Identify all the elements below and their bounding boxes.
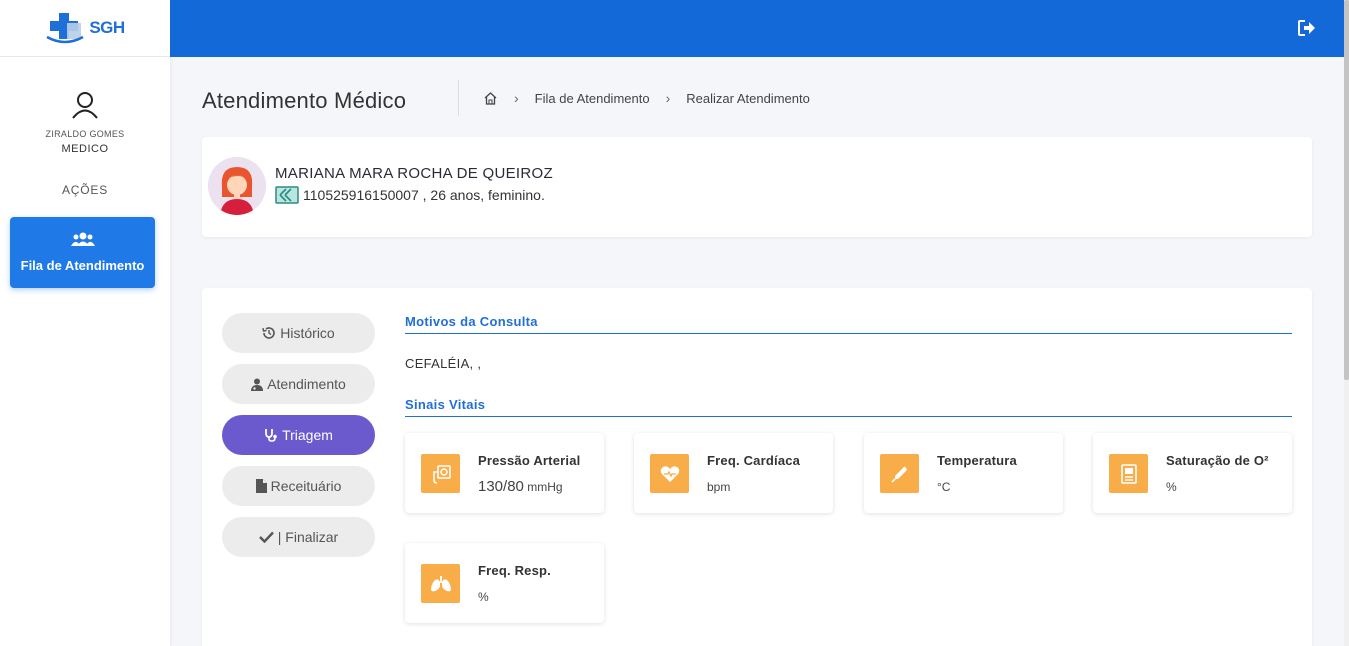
medical-cross-icon — [46, 13, 84, 44]
finalizar-label: | Finalizar — [277, 529, 339, 545]
receituario-button[interactable]: Receituário — [222, 466, 375, 506]
logo-area: SGH — [0, 0, 170, 57]
user-profile: ZIRALDO GOMES MEDICO — [0, 91, 170, 155]
breadcrumb-item: Realizar Atendimento — [686, 90, 810, 106]
receituario-label: Receituário — [270, 478, 342, 494]
patient-avatar — [208, 157, 266, 215]
vital-value: 130/80 mmHg — [478, 478, 563, 495]
lungs-icon — [421, 564, 460, 603]
vital-label: Freq. Cardíaca — [707, 453, 801, 468]
vital-card-pressao-arterial: Pressão Arterial 130/80 mmHg — [405, 433, 604, 513]
vital-card-freq-resp: Freq. Resp. % — [405, 543, 604, 623]
health-card-icon — [275, 186, 299, 204]
page-title: Atendimento Médico — [202, 88, 407, 113]
patient-details: 110525916150007 , 26 anos, feminino. — [303, 187, 545, 203]
motivos-text: CEFALÉIA, , — [405, 356, 482, 371]
users-icon — [70, 232, 95, 246]
atendimento-button[interactable]: Atendimento — [222, 364, 375, 404]
vital-value: % — [478, 588, 489, 605]
vital-unit: mmHg — [527, 480, 563, 494]
vital-label: Freq. Resp. — [478, 563, 551, 578]
vital-card-freq-cardiaca: Freq. Cardíaca bpm — [634, 433, 833, 513]
vital-unit: °C — [937, 480, 951, 494]
female-avatar-icon — [208, 157, 266, 215]
historico-button[interactable]: Histórico — [222, 313, 375, 353]
vital-unit: % — [478, 590, 489, 604]
brand-logo[interactable]: SGH — [45, 11, 125, 45]
blood-pressure-icon — [421, 454, 460, 493]
history-icon — [262, 327, 276, 339]
vital-value: °C — [937, 478, 950, 495]
chevron-right-icon: › — [665, 90, 671, 106]
patient-card: MARIANA MARA ROCHA DE QUEIROZ 1105259161… — [202, 137, 1312, 237]
sidebar-item-fila-de-atendimento[interactable]: Fila de Atendimento — [10, 217, 155, 288]
vital-card-saturacao: Saturação de O² % — [1093, 433, 1292, 513]
sign-out-icon — [1298, 20, 1315, 36]
vital-card-temperatura: Temperatura °C — [864, 433, 1063, 513]
file-icon — [255, 479, 267, 493]
brand-name: SGH — [89, 18, 125, 37]
heart-icon — [650, 454, 689, 493]
check-icon — [258, 531, 274, 543]
user-icon — [72, 92, 98, 119]
triagem-button[interactable]: Triagem — [222, 415, 375, 455]
vital-unit: % — [1166, 480, 1177, 494]
oximeter-icon — [1109, 454, 1148, 493]
patient-info: 110525916150007 , 26 anos, feminino. — [275, 186, 545, 204]
scrollbar-thumb[interactable] — [1344, 0, 1349, 380]
sinais-vitais-section-title: Sinais Vitais — [405, 397, 1292, 417]
thermometer-icon — [880, 454, 919, 493]
vital-label: Saturação de O² — [1166, 453, 1269, 468]
motivos-section-title: Motivos da Consulta — [405, 314, 1292, 334]
user-name: ZIRALDO GOMES — [45, 129, 125, 139]
page-scrollbar[interactable] — [1344, 0, 1349, 646]
user-role: MEDICO — [61, 143, 109, 155]
breadcrumb: › Fila de Atendimento › Realizar Atendim… — [458, 80, 810, 116]
actions-section-label: AÇÕES — [61, 183, 108, 197]
logout-button[interactable] — [1298, 20, 1316, 41]
consultation-card: Histórico Atendimento Triagem Receituári… — [202, 288, 1312, 646]
stethoscope-icon — [265, 429, 277, 442]
top-bar — [170, 0, 1344, 57]
vital-value: % — [1166, 478, 1177, 495]
patient-name: MARIANA MARA ROCHA DE QUEIROZ — [275, 165, 553, 182]
atendimento-label: Atendimento — [267, 376, 346, 392]
sidebar-item-label: Fila de Atendimento — [20, 258, 145, 273]
breadcrumb-item[interactable]: Fila de Atendimento — [535, 91, 650, 106]
chevron-right-icon: › — [514, 90, 519, 106]
vital-label: Temperatura — [937, 453, 1017, 468]
vital-label: Pressão Arterial — [478, 453, 581, 468]
home-icon[interactable] — [483, 91, 498, 106]
vital-unit: bpm — [707, 480, 731, 494]
sidebar: SGH ZIRALDO GOMES MEDICO AÇÕES Fila de A… — [0, 0, 170, 646]
vital-value: bpm — [707, 478, 730, 495]
historico-label: Histórico — [280, 325, 335, 341]
user-doctor-icon — [251, 378, 264, 391]
finalizar-button[interactable]: | Finalizar — [222, 517, 375, 557]
vital-number: 130/80 — [478, 478, 524, 495]
triagem-label: Triagem — [282, 427, 333, 443]
